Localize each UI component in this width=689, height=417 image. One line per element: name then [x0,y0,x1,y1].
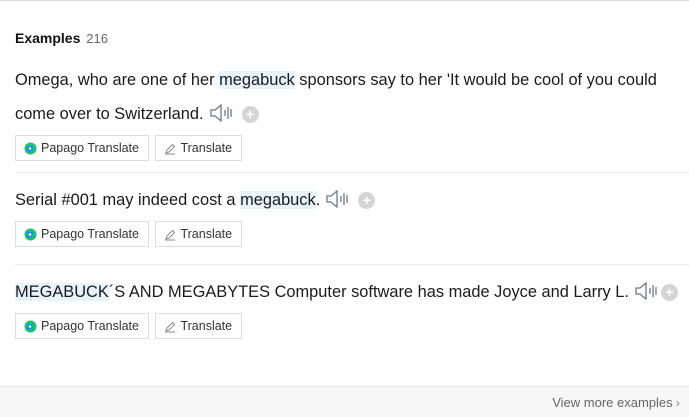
view-more-label: View more examples [552,395,673,410]
papago-logo-icon [24,225,37,249]
translate-label: Translate [180,227,233,241]
sentence-text: . [315,191,321,209]
translate-button[interactable]: Translate [155,313,243,341]
papago-translate-button[interactable]: Papago Translate [15,313,149,339]
example-item: MEGABUCK´S AND MEGABYTES Computer softwa… [0,275,689,339]
divider [15,172,689,173]
papago-translate-label: Papago Translate [41,319,139,333]
example-sentence: Omega, who are one of her megabuck spons… [15,63,685,131]
translate-label: Translate [180,141,233,155]
examples-header: Examples 216 [15,30,108,46]
add-icon[interactable]: + [358,192,376,209]
sentence-text: Omega, who are one of her [15,71,220,89]
translate-button[interactable]: Translate [155,221,243,249]
papago-translate-button[interactable]: Papago Translate [15,221,149,247]
papago-translate-button[interactable]: Papago Translate [15,135,149,161]
top-border [0,0,689,1]
translate-buttons: Papago Translate Translate [15,221,689,247]
sentence-text: Serial #001 may indeed cost a [15,191,241,209]
view-more-examples-link[interactable]: View more examples › [552,395,680,410]
highlighted-term: megabuck [219,71,295,89]
chevron-right-icon: › [675,395,680,410]
divider [15,264,689,265]
example-item: Serial #001 may indeed cost a megabuck. +… [0,183,689,247]
add-icon[interactable]: + [660,284,678,301]
translate-button[interactable]: Translate [155,135,243,163]
examples-title: Examples [15,30,81,46]
translate-buttons: Papago Translate Translate [15,313,689,339]
papago-logo-icon [24,139,37,163]
example-sentence: Serial #001 may indeed cost a megabuck. + [15,183,685,217]
pencil-icon [164,317,176,341]
papago-translate-label: Papago Translate [41,141,139,155]
translate-label: Translate [180,319,233,333]
add-icon[interactable]: + [241,106,259,123]
examples-footer: View more examples › [0,386,689,417]
speaker-icon[interactable] [326,186,352,209]
sentence-text: ´S AND MEGABYTES Computer software has m… [108,283,629,301]
pencil-icon [164,225,176,249]
pencil-icon [164,139,176,163]
examples-count: 216 [86,31,108,46]
speaker-icon[interactable] [635,278,661,301]
example-item: Omega, who are one of her megabuck spons… [0,63,689,161]
papago-translate-label: Papago Translate [41,227,139,241]
highlighted-term: megabuck [240,191,316,209]
example-sentence: MEGABUCK´S AND MEGABYTES Computer softwa… [15,275,685,309]
highlighted-term: MEGABUCK [15,283,109,301]
papago-logo-icon [24,317,37,341]
speaker-icon[interactable] [209,100,236,123]
translate-buttons: Papago Translate Translate [15,135,689,161]
